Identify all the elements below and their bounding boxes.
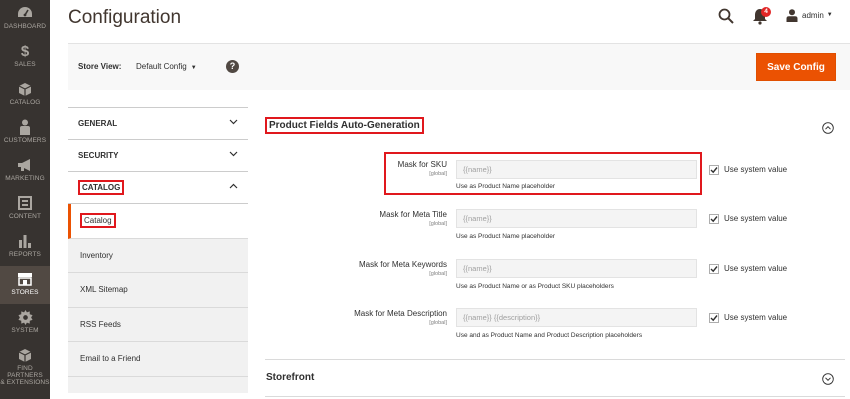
checkmark-icon [710, 216, 718, 223]
content-icon [18, 195, 32, 211]
store-view-value: Default Config [136, 62, 187, 71]
notifications-badge: 4 [761, 7, 771, 17]
nav-dashboard[interactable]: DASHBOARD [0, 0, 50, 38]
user-icon [786, 8, 798, 22]
nav-catalog[interactable]: CATALOG [0, 76, 50, 114]
nav-stores[interactable]: STORES [0, 266, 50, 304]
checkmark-icon [710, 266, 718, 273]
chevron-up-icon [229, 183, 238, 189]
nav-stores-label: STORES [11, 289, 39, 296]
field-label: Mask for Meta Keywords [358, 260, 447, 269]
nav-marketing[interactable]: MARKETING [0, 152, 50, 190]
nav-content[interactable]: CONTENT [0, 190, 50, 228]
chevron-down-icon [229, 119, 238, 125]
mask-meta-title-input[interactable]: {{name}} [456, 209, 697, 228]
section-title[interactable]: Product Fields Auto-Generation [265, 117, 424, 134]
nav-system-label: SYSTEM [11, 327, 39, 334]
tab-item-email-to-a-friend[interactable]: Email to a Friend [68, 342, 248, 377]
tabs-footer [68, 376, 248, 393]
store-view-label: Store View: [78, 62, 122, 71]
help-icon[interactable]: ? [226, 60, 239, 73]
nav-find-partners-label-2: & EXTENSIONS [0, 379, 50, 386]
tab-catalog-label: CATALOG [78, 180, 125, 195]
nav-marketing-label: MARKETING [5, 175, 45, 182]
field-label: Mask for Meta Title [379, 210, 447, 219]
checkmark-icon [710, 315, 718, 322]
store-view-bar: Store View: Default Config ▼ ? Save Confi… [68, 43, 850, 90]
store-icon [17, 271, 33, 287]
field-note: Use and as Product Name and Product Desc… [456, 332, 643, 339]
chevron-down-icon [229, 151, 238, 157]
cube-icon [18, 81, 32, 97]
tab-general[interactable]: GENERAL [68, 108, 248, 140]
bar-chart-icon [18, 233, 32, 249]
user-menu[interactable]: admin ▼ [786, 8, 833, 22]
mask-sku-input[interactable]: {{name}} [456, 160, 697, 179]
mask-meta-description-input[interactable]: {{name}} {{description}} [456, 308, 697, 327]
tab-item-catalog-label: Catalog [80, 213, 116, 229]
section-divider [265, 359, 845, 360]
partners-icon [18, 347, 32, 363]
nav-customers[interactable]: CUSTOMERS [0, 114, 50, 152]
gear-icon [17, 309, 33, 325]
tab-item-xml-sitemap[interactable]: XML Sitemap [68, 273, 248, 308]
store-view-switcher[interactable]: Default Config ▼ [136, 62, 197, 71]
save-config-button[interactable]: Save Config [756, 53, 836, 81]
field-scope: [global] [429, 171, 447, 177]
dashboard-icon [17, 5, 33, 21]
use-system-value-label: Use system value [724, 165, 788, 174]
tab-security-label: SECURITY [78, 151, 119, 160]
nav-system[interactable]: SYSTEM [0, 304, 50, 342]
tab-item-catalog[interactable]: Catalog [68, 204, 248, 239]
caret-down-icon: ▼ [826, 12, 833, 18]
page-title: Configuration [68, 7, 182, 28]
storefront-section-title[interactable]: Storefront [266, 372, 314, 383]
use-system-value-label: Use system value [724, 214, 788, 223]
field-label: Mask for Meta Description [354, 309, 447, 318]
checkmark-icon [710, 167, 718, 174]
user-name: admin [802, 10, 824, 20]
admin-sidebar: DASHBOARD $ SALES CATALOG CUSTOMERS MARK… [0, 0, 50, 399]
use-system-value-label: Use system value [724, 264, 788, 273]
tab-security[interactable]: SECURITY [68, 140, 248, 172]
field-note: Use as Product Name or as Product SKU pl… [456, 283, 614, 290]
caret-down-icon: ▼ [190, 65, 197, 71]
nav-sales-label: SALES [14, 61, 36, 68]
nav-catalog-label: CATALOG [9, 99, 41, 106]
field-note: Use as Product Name placeholder [456, 183, 555, 190]
megaphone-icon [17, 157, 33, 173]
tab-catalog[interactable]: CATALOG [68, 172, 248, 204]
field-label: Mask for SKU [397, 160, 447, 169]
tab-item-inventory[interactable]: Inventory [68, 238, 248, 273]
nav-find-partners[interactable]: FIND PARTNERS & EXTENSIONS [0, 342, 50, 392]
nav-customers-label: CUSTOMERS [3, 137, 47, 144]
tab-item-rss-feeds[interactable]: RSS Feeds [68, 307, 248, 342]
nav-reports[interactable]: REPORTS [0, 228, 50, 266]
nav-find-partners-label: FIND PARTNERS [7, 365, 43, 379]
field-note: Use as Product Name placeholder [456, 233, 555, 240]
field-scope: [global] [429, 221, 447, 227]
field-scope: [global] [429, 320, 447, 326]
nav-dashboard-label: DASHBOARD [3, 23, 47, 30]
use-system-value-label: Use system value [724, 313, 788, 322]
nav-reports-label: REPORTS [8, 251, 41, 258]
search-icon[interactable] [718, 8, 734, 24]
expand-icon[interactable] [822, 373, 834, 385]
page-root: DASHBOARD $ SALES CATALOG CUSTOMERS MARK… [0, 0, 850, 399]
config-tabs: GENERAL SECURITY CATALOG Catalog Invento… [68, 107, 248, 399]
tab-general-label: GENERAL [78, 119, 118, 128]
field-scope: [global] [429, 271, 447, 277]
dollar-icon: $ [20, 42, 30, 60]
use-system-value-checkbox[interactable] [709, 264, 719, 274]
use-system-value-checkbox[interactable] [709, 214, 719, 224]
use-system-value-checkbox[interactable] [709, 165, 719, 175]
section-title-label: Product Fields Auto-Generation [265, 117, 424, 134]
nav-sales[interactable]: $ SALES [0, 38, 50, 76]
mask-meta-keywords-input[interactable]: {{name}} [456, 259, 697, 278]
person-icon [19, 119, 31, 135]
collapse-icon[interactable] [822, 122, 834, 134]
section-divider [265, 396, 845, 397]
use-system-value-checkbox[interactable] [709, 313, 719, 323]
nav-content-label: CONTENT [8, 213, 42, 220]
